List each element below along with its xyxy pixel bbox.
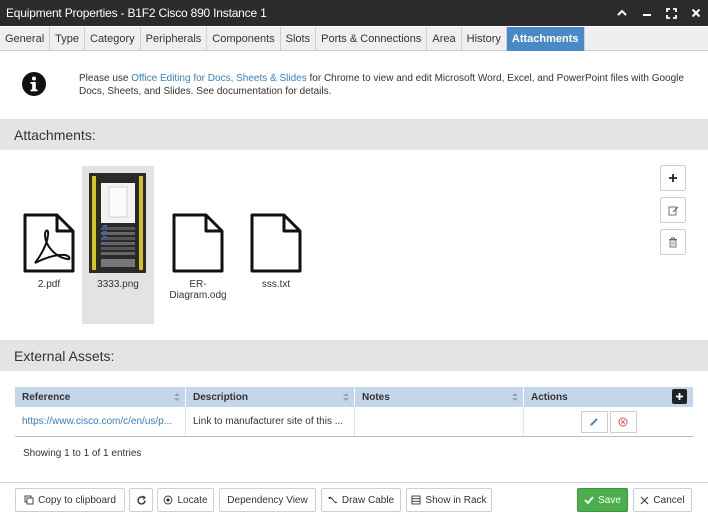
sort-icon — [343, 393, 349, 401]
cell-description: Link to manufacturer site of this ... — [186, 407, 355, 436]
locate-icon — [164, 495, 173, 505]
copy-icon — [24, 495, 34, 505]
info-icon — [21, 71, 47, 100]
tab-area[interactable]: Area — [427, 27, 462, 51]
delete-asset-button[interactable] — [609, 410, 637, 433]
file-icon — [172, 213, 224, 273]
pdf-file-icon — [23, 213, 75, 273]
table-header: Reference Description Notes Actions — [15, 387, 693, 407]
footer-toolbar: Copy to clipboard Locate Dependency View… — [0, 482, 708, 516]
rack-icon — [411, 495, 421, 505]
tab-components[interactable]: Components — [207, 27, 281, 51]
tab-category[interactable]: Category — [85, 27, 141, 51]
table-entries-info: Showing 1 to 1 of 1 entries — [23, 448, 142, 459]
close-icon — [641, 496, 649, 504]
file-item-txt[interactable]: sss.txt — [241, 166, 311, 324]
edit-asset-button[interactable] — [580, 410, 608, 433]
file-name: 3333.png — [97, 279, 139, 290]
cable-icon — [328, 496, 338, 504]
file-item-pdf[interactable]: 2.pdf — [14, 166, 84, 324]
cancel-button[interactable]: Cancel — [633, 488, 692, 512]
file-name: sss.txt — [261, 279, 291, 290]
external-assets-table: Reference Description Notes Actions http… — [15, 387, 693, 437]
cell-notes — [355, 407, 524, 436]
delete-attachment-button[interactable] — [660, 229, 686, 255]
column-notes[interactable]: Notes — [355, 387, 524, 407]
attachments-header: Attachments: — [0, 119, 708, 150]
tab-slots[interactable]: Slots — [281, 27, 317, 51]
info-message: Please use Office Editing for Docs, Shee… — [79, 73, 684, 97]
title-bar: Equipment Properties - B1F2 Cisco 890 In… — [0, 0, 708, 26]
file-item-odg[interactable]: ER-Diagram.odg — [163, 166, 233, 324]
add-attachment-button[interactable] — [660, 165, 686, 191]
dependency-view-button[interactable]: Dependency View — [219, 488, 316, 512]
tab-attachments[interactable]: Attachments — [506, 27, 585, 51]
refresh-icon — [136, 494, 146, 505]
draw-cable-button[interactable]: Draw Cable — [321, 488, 401, 512]
cell-actions — [524, 407, 693, 436]
minimize-icon[interactable] — [636, 0, 658, 26]
tab-ports-connections[interactable]: Ports & Connections — [316, 27, 428, 51]
file-name: 2.pdf — [37, 279, 61, 290]
tab-history[interactable]: History — [462, 27, 507, 51]
plus-icon — [676, 393, 683, 400]
column-description[interactable]: Description — [186, 387, 355, 407]
cell-reference: https://www.cisco.com/c/en/us/p... — [15, 407, 186, 436]
collapse-icon[interactable] — [611, 0, 633, 26]
close-icon[interactable] — [685, 0, 707, 26]
add-asset-button[interactable] — [672, 389, 687, 404]
tab-general[interactable]: General — [0, 27, 51, 51]
reference-link[interactable]: https://www.cisco.com/c/en/us/p... — [22, 416, 172, 427]
column-reference[interactable]: Reference — [15, 387, 186, 407]
show-in-rack-button[interactable]: Show in Rack — [406, 488, 492, 512]
window-title: Equipment Properties - B1F2 Cisco 890 In… — [6, 6, 267, 20]
sort-icon — [174, 393, 180, 401]
save-button[interactable]: Save — [577, 488, 628, 512]
sort-icon — [512, 393, 518, 401]
plus-icon — [669, 174, 677, 182]
copy-to-clipboard-button[interactable]: Copy to clipboard — [15, 488, 125, 512]
file-name: ER-Diagram.odg — [169, 279, 227, 301]
trash-icon — [669, 237, 677, 247]
tab-type[interactable]: Type — [50, 27, 85, 51]
remove-circle-icon — [618, 417, 628, 426]
locate-button[interactable]: Locate — [157, 488, 214, 512]
file-icon — [250, 213, 302, 273]
maximize-icon[interactable] — [660, 0, 682, 26]
edit-icon — [668, 206, 678, 215]
file-item-png[interactable]: 3333.png — [82, 166, 154, 324]
external-assets-header: External Assets: — [0, 340, 708, 371]
image-thumbnail — [89, 173, 146, 273]
check-icon — [584, 496, 594, 505]
office-editing-link[interactable]: Office Editing for Docs, Sheets & Slides — [131, 73, 306, 84]
table-row[interactable]: https://www.cisco.com/c/en/us/p... Link … — [15, 407, 693, 437]
edit-attachment-button[interactable] — [660, 197, 686, 223]
tab-peripherals[interactable]: Peripherals — [141, 27, 208, 51]
refresh-button[interactable] — [129, 488, 153, 512]
pencil-icon — [590, 417, 598, 426]
tab-bar: General Type Category Peripherals Compon… — [0, 27, 708, 51]
column-actions: Actions — [524, 387, 693, 407]
